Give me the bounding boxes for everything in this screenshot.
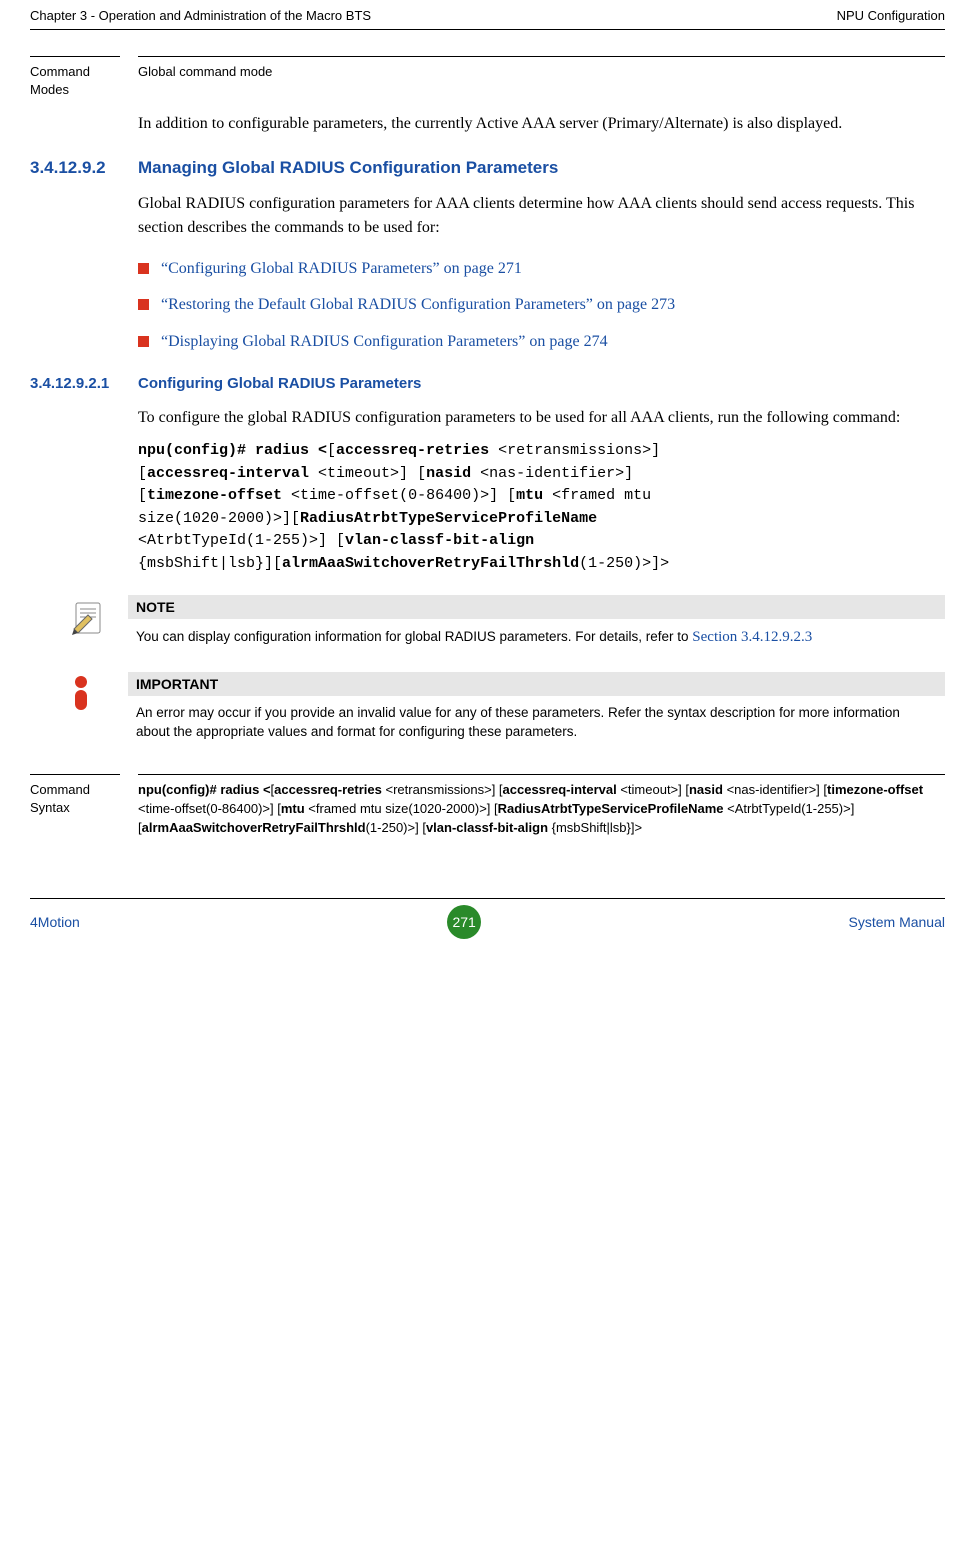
section-number: 3.4.12.9.2 bbox=[30, 158, 138, 178]
code-bold: accessreq-retries bbox=[336, 442, 489, 459]
note-icon bbox=[70, 599, 110, 637]
bullet-link[interactable]: “Restoring the Default Global RADIUS Con… bbox=[161, 294, 675, 316]
bullet-item: “Configuring Global RADIUS Parameters” o… bbox=[138, 258, 945, 280]
section-number: 3.4.12.9.2.1 bbox=[30, 375, 138, 392]
code-text: [ bbox=[138, 465, 147, 482]
syntax-text: (1-250)>] [ bbox=[366, 820, 426, 835]
important-text: An error may occur if you provide an inv… bbox=[128, 696, 945, 746]
section-heading-1: 3.4.12.9.2 Managing Global RADIUS Config… bbox=[30, 158, 945, 178]
syntax-bold: vlan-classf-bit-align bbox=[426, 820, 548, 835]
page-number-badge: 271 bbox=[447, 905, 481, 939]
syntax-text: <timeout>] [ bbox=[617, 782, 689, 797]
bullet-item: “Displaying Global RADIUS Configuration … bbox=[138, 331, 945, 353]
bullet-list: “Configuring Global RADIUS Parameters” o… bbox=[138, 258, 945, 353]
syntax-bold: RadiusAtrbtTypeServiceProfileName bbox=[498, 801, 724, 816]
code-text: <framed mtu bbox=[543, 487, 651, 504]
header-left: Chapter 3 - Operation and Administration… bbox=[30, 8, 371, 23]
syntax-bold: accessreq-retries bbox=[274, 782, 382, 797]
section-title: Managing Global RADIUS Configuration Par… bbox=[138, 158, 558, 178]
section-2-paragraph: To configure the global RADIUS configura… bbox=[138, 406, 945, 430]
code-text: (1-250)>]> bbox=[579, 555, 669, 572]
code-text: [ bbox=[138, 487, 147, 504]
code-text: [ bbox=[327, 442, 336, 459]
code-text: <timeout>] [ bbox=[309, 465, 426, 482]
note-section-link[interactable]: Section 3.4.12.9.2.3 bbox=[692, 629, 812, 645]
bullet-square-icon bbox=[138, 299, 149, 310]
note-body: You can display configuration informatio… bbox=[136, 629, 692, 644]
note-callout: NOTE You can display configuration infor… bbox=[70, 595, 945, 652]
footer-left: 4Motion bbox=[30, 914, 80, 930]
code-bold: alrmAaaSwitchoverRetryFailThrshld bbox=[282, 555, 579, 572]
command-syntax-label: Command Syntax bbox=[30, 774, 120, 838]
important-icon bbox=[70, 676, 110, 718]
syntax-text: <nas-identifier>] [ bbox=[723, 782, 827, 797]
bullet-link[interactable]: “Configuring Global RADIUS Parameters” o… bbox=[161, 258, 522, 280]
bullet-link[interactable]: “Displaying Global RADIUS Configuration … bbox=[161, 331, 608, 353]
note-text: You can display configuration informatio… bbox=[128, 619, 945, 652]
code-text: <time-offset(0-86400)>] [ bbox=[282, 487, 516, 504]
note-heading: NOTE bbox=[128, 595, 945, 619]
command-syntax-row: Command Syntax npu(config)# radius <[acc… bbox=[30, 774, 945, 838]
footer-right: System Manual bbox=[849, 914, 945, 930]
code-text: <nas-identifier>] bbox=[471, 465, 633, 482]
code-text: <retransmissions>] bbox=[489, 442, 660, 459]
command-modes-row: Command Modes Global command mode bbox=[30, 56, 945, 98]
page-header: Chapter 3 - Operation and Administration… bbox=[30, 0, 945, 30]
code-text: {msbShift|lsb}][ bbox=[138, 555, 282, 572]
bullet-square-icon bbox=[138, 263, 149, 274]
syntax-text: <time-offset(0-86400)>] [ bbox=[138, 801, 281, 816]
code-bold: nasid bbox=[426, 465, 471, 482]
syntax-bold: mtu bbox=[281, 801, 305, 816]
syntax-text: <framed mtu size(1020-2000)>] [ bbox=[305, 801, 498, 816]
code-bold: vlan-classf-bit-align bbox=[345, 532, 534, 549]
code-text: size(1020-2000)>][ bbox=[138, 510, 300, 527]
code-bold: npu(config)# radius < bbox=[138, 442, 327, 459]
intro-paragraph: In addition to configurable parameters, … bbox=[138, 112, 945, 136]
syntax-text: {msbShift|lsb}]> bbox=[548, 820, 642, 835]
section-1-paragraph: Global RADIUS configuration parameters f… bbox=[138, 192, 945, 240]
header-right: NPU Configuration bbox=[837, 8, 945, 23]
command-modes-label: Command Modes bbox=[30, 56, 120, 98]
important-heading: IMPORTANT bbox=[128, 672, 945, 696]
bullet-item: “Restoring the Default Global RADIUS Con… bbox=[138, 294, 945, 316]
code-bold: RadiusAtrbtTypeServiceProfileName bbox=[300, 510, 597, 527]
command-syntax-value: npu(config)# radius <[accessreq-retries … bbox=[138, 774, 945, 838]
syntax-bold: alrmAaaSwitchoverRetryFailThrshld bbox=[142, 820, 366, 835]
code-bold: mtu bbox=[516, 487, 543, 504]
code-text: <AtrbtTypeId(1-255)>] [ bbox=[138, 532, 345, 549]
page-footer: 4Motion 271 System Manual bbox=[30, 898, 945, 939]
syntax-bold: npu(config)# radius < bbox=[138, 782, 271, 797]
important-callout: IMPORTANT An error may occur if you prov… bbox=[70, 672, 945, 746]
bullet-square-icon bbox=[138, 336, 149, 347]
command-modes-value: Global command mode bbox=[138, 56, 945, 98]
section-title: Configuring Global RADIUS Parameters bbox=[138, 375, 421, 392]
syntax-bold: accessreq-interval bbox=[503, 782, 617, 797]
code-bold: accessreq-interval bbox=[147, 465, 309, 482]
command-code-block: npu(config)# radius <[accessreq-retries … bbox=[138, 440, 945, 575]
section-heading-2: 3.4.12.9.2.1 Configuring Global RADIUS P… bbox=[30, 375, 945, 392]
syntax-text: <retransmissions>] [ bbox=[382, 782, 503, 797]
syntax-bold: nasid bbox=[689, 782, 723, 797]
syntax-bold: timezone-offset bbox=[827, 782, 923, 797]
code-bold: timezone-offset bbox=[147, 487, 282, 504]
